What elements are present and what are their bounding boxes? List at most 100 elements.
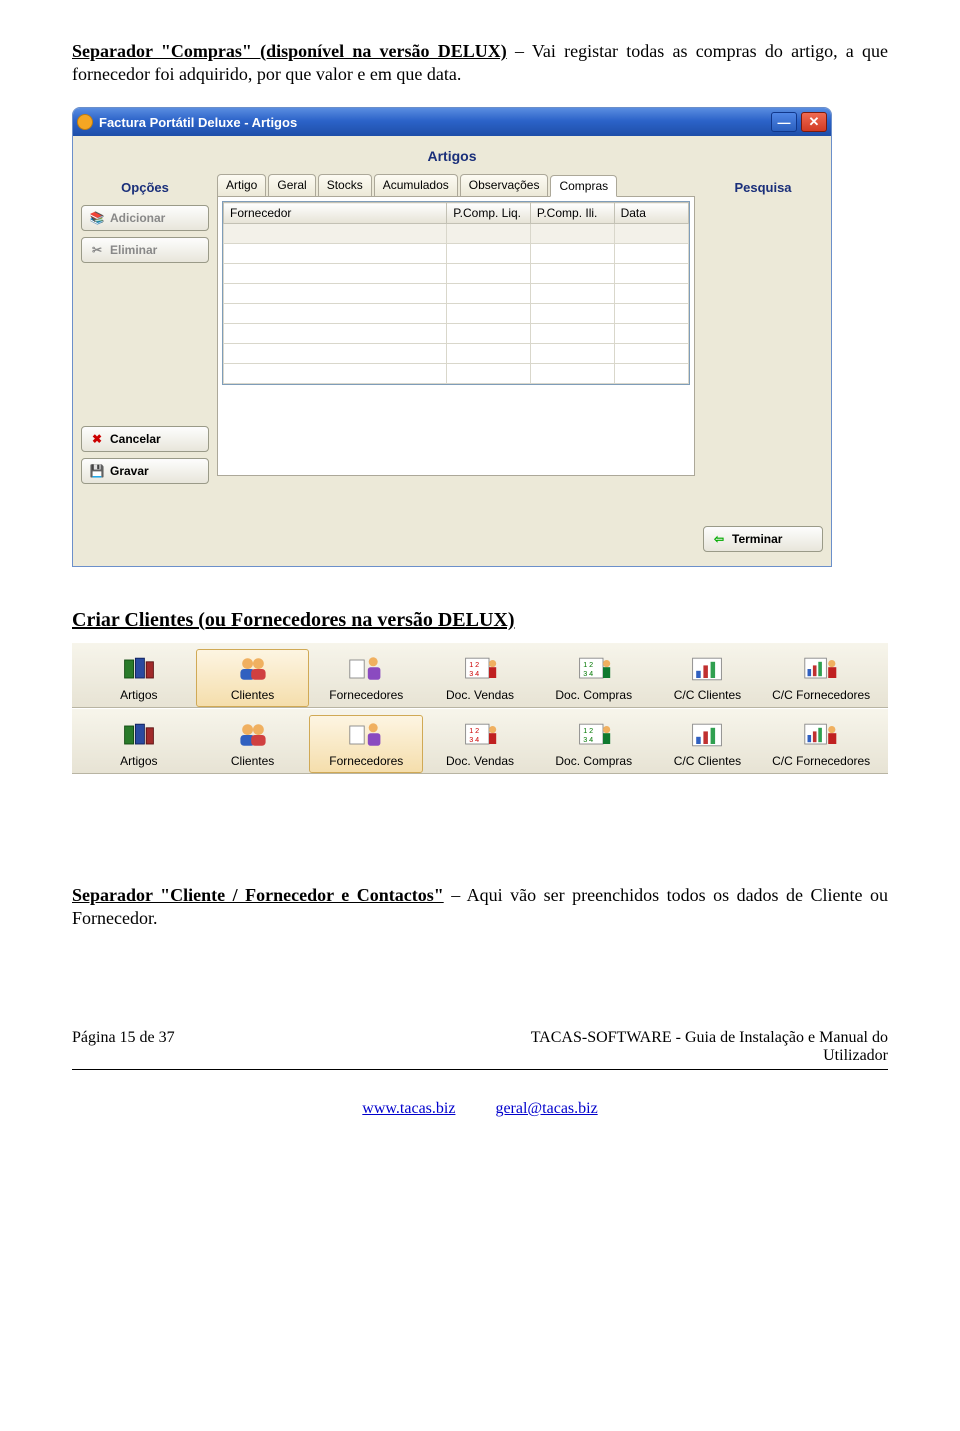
svg-text:3 4: 3 4 bbox=[469, 735, 479, 744]
svg-text:1 2: 1 2 bbox=[583, 660, 593, 669]
table-row[interactable] bbox=[224, 264, 689, 284]
toolbar-row-2: Artigos Clientes Fornecedores 1 23 4Doc. Ve… bbox=[72, 708, 888, 774]
toolbar-label: Artigos bbox=[120, 754, 157, 768]
tab-panel: Fornecedor P.Comp. Liq. P.Comp. Ili. Dat… bbox=[217, 196, 695, 476]
tab-stocks[interactable]: Stocks bbox=[318, 174, 372, 196]
toolbar-icon bbox=[346, 652, 386, 686]
terminar-label: Terminar bbox=[732, 532, 782, 546]
app-window: Factura Portátil Deluxe - Artigos — ✕ Ar… bbox=[72, 107, 832, 567]
toolbar-icon bbox=[233, 652, 273, 686]
toolbar-item-doc-compras[interactable]: 1 23 4Doc. Compras bbox=[537, 649, 651, 707]
footer-rule bbox=[72, 1069, 888, 1070]
toolbar-icon bbox=[801, 652, 841, 686]
toolbar-row-1: ArtigosClientesFornecedores1 23 4Doc. Ve… bbox=[72, 642, 888, 708]
toolbar-item-c-c-clientes[interactable]: C/C Clientes bbox=[651, 649, 765, 707]
toolbar-label: C/C Clientes bbox=[674, 688, 741, 702]
toolbars: ArtigosClientesFornecedores1 23 4Doc. Ve… bbox=[72, 642, 888, 774]
window-title: Factura Portátil Deluxe - Artigos bbox=[99, 115, 297, 130]
toolbar-icon bbox=[346, 718, 386, 752]
table-row[interactable] bbox=[224, 284, 689, 304]
toolbar-item-artigos[interactable]: Artigos bbox=[82, 649, 196, 707]
table-row[interactable] bbox=[224, 364, 689, 384]
footer-left: Página 15 de 37 bbox=[72, 1029, 175, 1047]
footer-right-line2: Utilizador bbox=[823, 1047, 888, 1065]
minimize-button[interactable]: — bbox=[771, 112, 797, 132]
toolbar-label: Doc. Compras bbox=[555, 754, 632, 768]
toolbar-item-c-c-fornecedores[interactable]: C/C Fornecedores bbox=[764, 649, 878, 707]
footer-right: TACAS-SOFTWARE - Guia de Instalação e Ma… bbox=[531, 1029, 888, 1047]
tab-strip: Artigo Geral Stocks Acumulados Observaçõ… bbox=[217, 174, 695, 196]
toolbar-item-c-c-fornecedores[interactable]: C/C Fornecedores bbox=[764, 715, 878, 773]
tab-observacoes[interactable]: Observações bbox=[460, 174, 549, 196]
table-row[interactable] bbox=[224, 304, 689, 324]
svg-text:1 2: 1 2 bbox=[583, 726, 593, 735]
tab-acumulados[interactable]: Acumulados bbox=[374, 174, 458, 196]
intro-title: Separador "Compras" (disponível na versã… bbox=[72, 41, 507, 61]
toolbar-item-clientes[interactable]: Clientes bbox=[196, 715, 310, 773]
eliminar-label: Eliminar bbox=[110, 243, 157, 257]
table-row[interactable] bbox=[224, 224, 689, 244]
col-fornecedor[interactable]: Fornecedor bbox=[224, 203, 447, 224]
book-icon: 📚 bbox=[90, 211, 104, 225]
toolbar-label: C/C Fornecedores bbox=[772, 754, 870, 768]
para3: Separador "Cliente / Fornecedor e Contac… bbox=[72, 884, 888, 929]
tab-artigo[interactable]: Artigo bbox=[217, 174, 266, 196]
toolbar-item-artigos[interactable]: Artigos bbox=[82, 715, 196, 773]
para3-title: Separador "Cliente / Fornecedor e Contac… bbox=[72, 885, 444, 905]
toolbar-label: Doc. Vendas bbox=[446, 688, 514, 702]
intro-paragraph: Separador "Compras" (disponível na versã… bbox=[72, 40, 888, 85]
tab-compras[interactable]: Compras bbox=[550, 175, 617, 197]
toolbar-icon: 1 23 4 bbox=[574, 652, 614, 686]
toolbar-label: Artigos bbox=[120, 688, 157, 702]
toolbar-icon bbox=[233, 718, 273, 752]
col-pcomp-ili[interactable]: P.Comp. Ili. bbox=[530, 203, 614, 224]
middle-column: Artigo Geral Stocks Acumulados Observaçõ… bbox=[217, 174, 695, 490]
toolbar-icon: 1 23 4 bbox=[574, 718, 614, 752]
toolbar-icon: 1 23 4 bbox=[460, 652, 500, 686]
toolbar-item-doc-vendas[interactable]: 1 23 4Doc. Vendas bbox=[423, 715, 537, 773]
toolbar-icon: 1 23 4 bbox=[460, 718, 500, 752]
left-header: Opções bbox=[81, 180, 209, 195]
cancel-icon: ✖ bbox=[90, 432, 104, 446]
panel-title: Artigos bbox=[81, 148, 823, 164]
toolbar-icon bbox=[119, 718, 159, 752]
table-row[interactable] bbox=[224, 244, 689, 264]
toolbar-item-clientes[interactable]: Clientes bbox=[196, 649, 310, 707]
toolbar-item-fornecedores[interactable]: Fornecedores bbox=[309, 649, 423, 707]
toolbar-item-doc-vendas[interactable]: 1 23 4 Doc. Vendas bbox=[423, 649, 537, 707]
right-column: Pesquisa bbox=[703, 174, 823, 490]
gravar-label: Gravar bbox=[110, 464, 149, 478]
col-pcomp-liq[interactable]: P.Comp. Liq. bbox=[447, 203, 531, 224]
terminar-button[interactable]: ⇦ Terminar bbox=[703, 526, 823, 552]
col-data[interactable]: Data bbox=[614, 203, 688, 224]
toolbar-label: Fornecedores bbox=[329, 688, 403, 702]
adicionar-label: Adicionar bbox=[110, 211, 165, 225]
table-row[interactable] bbox=[224, 324, 689, 344]
tab-geral[interactable]: Geral bbox=[268, 174, 315, 196]
section2-title: Criar Clientes (ou Fornecedores na versã… bbox=[72, 609, 888, 632]
toolbar-item-c-c-clientes[interactable]: C/C Clientes bbox=[651, 715, 765, 773]
toolbar-label: Clientes bbox=[231, 688, 274, 702]
compras-grid[interactable]: Fornecedor P.Comp. Liq. P.Comp. Ili. Dat… bbox=[222, 201, 690, 385]
eliminar-button[interactable]: ✂ Eliminar bbox=[81, 237, 209, 263]
table-row[interactable] bbox=[224, 344, 689, 364]
save-icon: 💾 bbox=[90, 464, 104, 478]
svg-text:1 2: 1 2 bbox=[469, 726, 479, 735]
title-bar: Factura Portátil Deluxe - Artigos — ✕ bbox=[73, 108, 831, 136]
app-icon bbox=[77, 114, 93, 130]
close-button[interactable]: ✕ bbox=[801, 112, 827, 132]
gravar-button[interactable]: 💾 Gravar bbox=[81, 458, 209, 484]
adicionar-button[interactable]: 📚 Adicionar bbox=[81, 205, 209, 231]
link-site[interactable]: www.tacas.biz bbox=[362, 1100, 455, 1117]
svg-text:3 4: 3 4 bbox=[583, 735, 593, 744]
toolbar-label: C/C Fornecedores bbox=[772, 688, 870, 702]
link-email[interactable]: geral@tacas.biz bbox=[495, 1100, 597, 1117]
toolbar-icon bbox=[801, 718, 841, 752]
toolbar-label: Clientes bbox=[231, 754, 274, 768]
toolbar-item-fornecedores[interactable]: Fornecedores bbox=[309, 715, 423, 773]
cancelar-button[interactable]: ✖ Cancelar bbox=[81, 426, 209, 452]
scissors-icon: ✂ bbox=[90, 243, 104, 257]
svg-text:3 4: 3 4 bbox=[469, 669, 479, 678]
toolbar-item-doc-compras[interactable]: 1 23 4 Doc. Compras bbox=[537, 715, 651, 773]
toolbar-label: Fornecedores bbox=[329, 754, 403, 768]
